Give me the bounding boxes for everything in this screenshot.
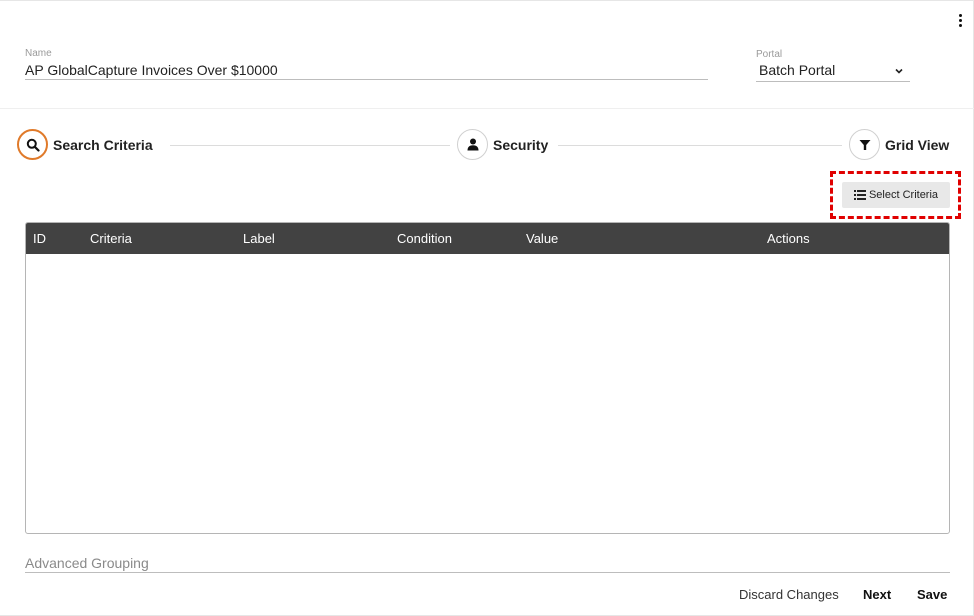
portal-label: Portal xyxy=(756,49,783,60)
save-button[interactable]: Save xyxy=(917,587,947,602)
column-header-actions[interactable]: Actions xyxy=(767,231,810,246)
select-criteria-button[interactable]: Select Criteria xyxy=(842,182,950,208)
header-divider xyxy=(0,108,974,109)
step-grid-view[interactable]: Grid View xyxy=(849,129,949,160)
step-search-criteria[interactable]: Search Criteria xyxy=(17,129,153,160)
table-header: ID Criteria Label Condition Value Action… xyxy=(26,223,949,254)
advanced-grouping-field[interactable]: Advanced Grouping xyxy=(25,555,950,573)
discard-changes-button[interactable]: Discard Changes xyxy=(739,587,839,602)
step-circle xyxy=(849,129,880,160)
step-connector xyxy=(558,145,842,146)
step-circle xyxy=(457,129,488,160)
step-connector xyxy=(170,145,450,146)
next-button[interactable]: Next xyxy=(863,587,891,602)
list-icon xyxy=(853,190,866,200)
chevron-down-icon xyxy=(895,68,903,74)
step-label: Security xyxy=(493,136,549,153)
step-security[interactable]: Security xyxy=(457,129,548,160)
column-header-value[interactable]: Value xyxy=(526,231,558,246)
column-header-condition[interactable]: Condition xyxy=(397,231,452,246)
name-label: Name xyxy=(25,48,52,59)
filter-icon xyxy=(859,139,870,150)
step-label: Grid View xyxy=(885,136,950,153)
more-options-icon[interactable] xyxy=(956,14,964,30)
user-icon xyxy=(467,138,478,151)
step-circle xyxy=(17,129,48,160)
portal-select-value: Batch Portal xyxy=(759,62,836,78)
search-icon xyxy=(26,138,40,152)
criteria-table: ID Criteria Label Condition Value Action… xyxy=(25,222,950,534)
column-header-label[interactable]: Label xyxy=(243,231,275,246)
column-header-id[interactable]: ID xyxy=(33,231,46,246)
select-criteria-label: Select Criteria xyxy=(868,189,939,201)
name-field[interactable]: AP GlobalCapture Invoices Over $10000 xyxy=(25,62,708,80)
portal-select[interactable]: Batch Portal xyxy=(756,62,910,82)
step-label: Search Criteria xyxy=(53,136,153,153)
column-header-criteria[interactable]: Criteria xyxy=(90,231,132,246)
